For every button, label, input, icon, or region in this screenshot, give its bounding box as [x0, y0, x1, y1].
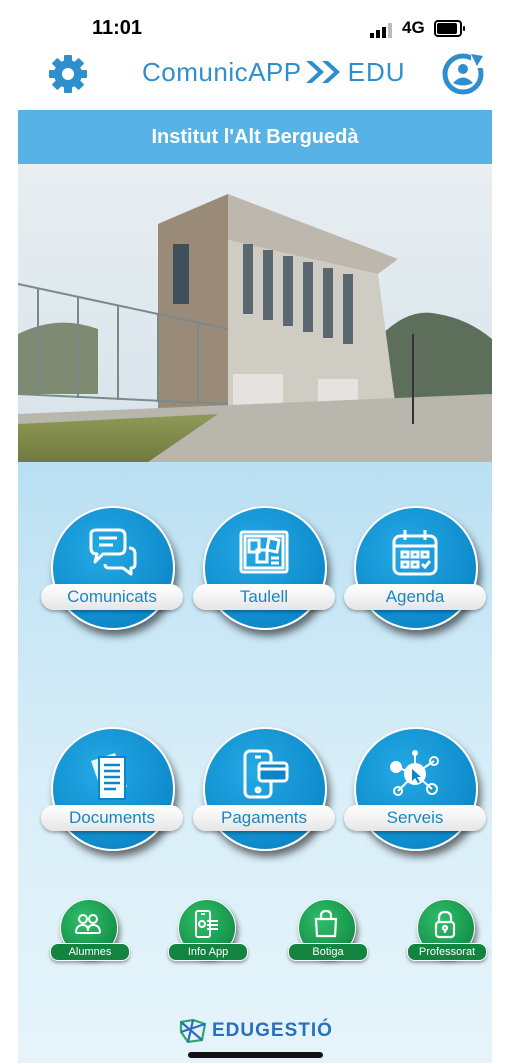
comunicats-label: Comunicats [41, 584, 183, 610]
documents-label: Documents [41, 805, 183, 831]
app-header: ComunicAPP EDU [0, 52, 510, 110]
alumnes-label: Alumnes [50, 943, 130, 961]
double-chevron-icon [305, 61, 340, 83]
edugestio-logo-icon [179, 1018, 207, 1044]
info-app-button[interactable]: Info App [164, 899, 250, 979]
signal-icon [370, 23, 392, 38]
students-icon [75, 914, 101, 934]
agenda-label: Agenda [344, 584, 486, 610]
alumnes-button[interactable]: Alumnes [46, 899, 132, 979]
pagaments-button[interactable]: Pagaments [193, 727, 335, 855]
pagaments-label: Pagaments [193, 805, 335, 831]
botiga-button[interactable]: Botiga [284, 899, 370, 979]
gear-icon[interactable] [46, 52, 90, 96]
main-panel: Institut l'Alt Berguedà Comunicats Taule… [18, 110, 492, 1063]
school-banner: Institut l'Alt Berguedà [18, 110, 492, 164]
taulell-label: Taulell [193, 584, 335, 610]
info-app-icon [195, 910, 218, 938]
shopping-bag-icon [314, 909, 338, 938]
info-app-label: Info App [168, 943, 248, 961]
speech-bubbles-icon [89, 528, 137, 576]
serveis-label: Serveis [344, 805, 486, 831]
school-photo [18, 164, 492, 462]
network-services-icon [390, 750, 439, 796]
user-refresh-icon[interactable] [441, 50, 487, 96]
school-name: Institut l'Alt Berguedà [151, 125, 359, 148]
footer-brand: EDUGESTIÓ [178, 1018, 333, 1044]
notice-board-icon [239, 530, 289, 574]
professorat-button[interactable]: Professorat [403, 899, 489, 979]
logo-suffix-text: EDU [347, 56, 406, 87]
app-logo: ComunicAPP EDU [142, 52, 406, 92]
logo-main-text: ComunicAPP [142, 56, 302, 87]
battery-icon [434, 20, 465, 37]
botiga-label: Botiga [288, 943, 368, 961]
documents-button[interactable]: Documents [41, 727, 183, 855]
phone-card-payment-icon [243, 749, 289, 799]
documents-icon [91, 753, 127, 800]
network-type: 4G [402, 18, 425, 37]
agenda-button[interactable]: Agenda [344, 506, 486, 634]
professorat-label: Professorat [407, 943, 487, 961]
home-indicator[interactable] [188, 1052, 323, 1058]
status-time: 11:01 [92, 17, 143, 39]
serveis-button[interactable]: Serveis [344, 727, 486, 855]
footer-brand-text: EDUGESTIÓ [212, 1020, 333, 1041]
comunicats-button[interactable]: Comunicats [41, 506, 183, 634]
taulell-button[interactable]: Taulell [193, 506, 335, 634]
calendar-icon [392, 530, 438, 576]
status-bar: 11:01 4G [0, 0, 510, 52]
padlock-icon [434, 910, 456, 939]
